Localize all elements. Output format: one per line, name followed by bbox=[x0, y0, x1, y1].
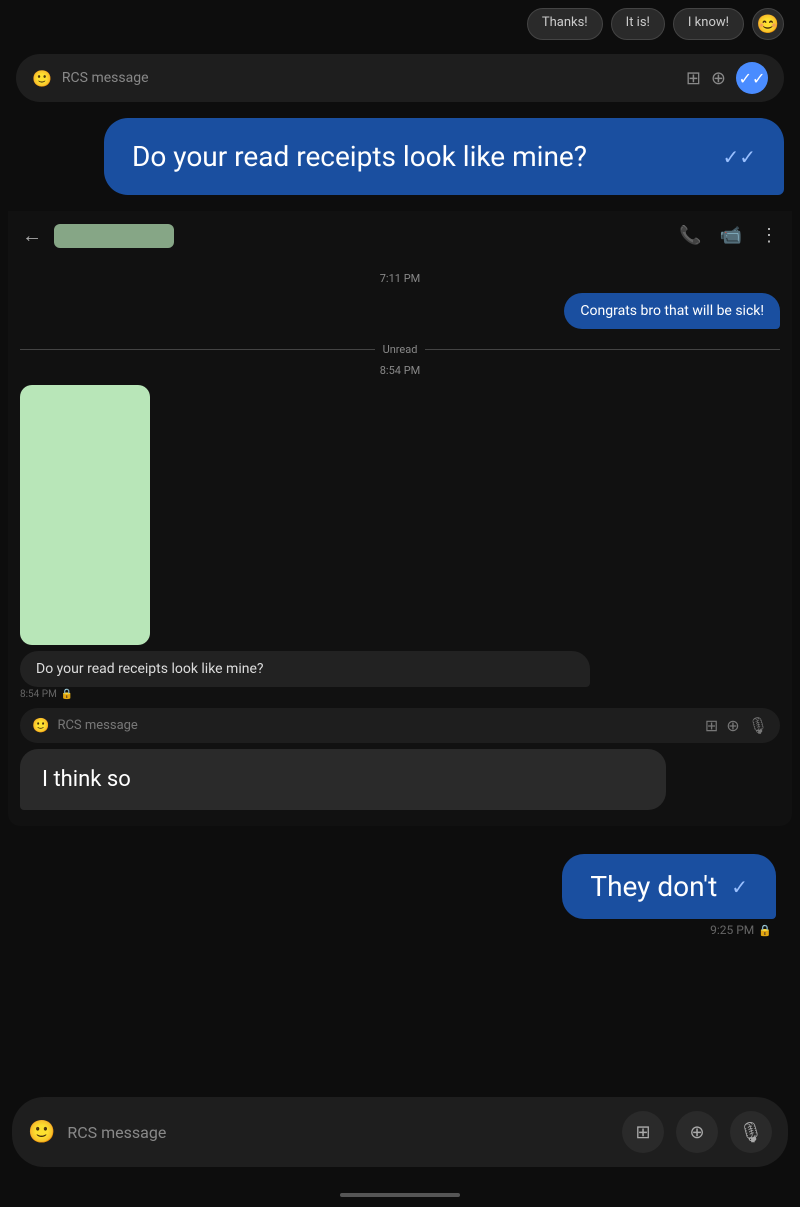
emoji-chip[interactable]: 😊 bbox=[752, 8, 784, 40]
send-button-top[interactable]: ✓✓ bbox=[736, 62, 768, 94]
back-arrow-icon[interactable]: ← bbox=[22, 223, 42, 248]
phone-emoji-icon: 🙂 bbox=[32, 718, 49, 734]
send-icon: ✓✓ bbox=[739, 69, 766, 88]
add-btn-icon: ⊕ bbox=[689, 1122, 704, 1143]
bottom-section: They don't ✓ 9:25 PM 🔒 bbox=[0, 846, 800, 953]
they-dont-text: They don't bbox=[590, 870, 717, 903]
timestamp-711pm: 7:11 PM bbox=[20, 272, 780, 285]
phone-call-icon[interactable]: 📞 bbox=[679, 225, 701, 246]
quick-reply-i-know[interactable]: I know! bbox=[673, 8, 744, 40]
add-icon[interactable]: ⊕ bbox=[711, 68, 726, 89]
main-add-button[interactable]: ⊕ bbox=[676, 1111, 718, 1153]
unread-label: Unread bbox=[383, 343, 418, 356]
phone-header: ← 📞 📹 ⋮ bbox=[8, 211, 792, 260]
top-input-placeholder[interactable]: RCS message bbox=[62, 70, 676, 86]
mic-btn-icon: 🎙 bbox=[738, 1120, 763, 1144]
quick-reply-thanks[interactable]: Thanks! bbox=[527, 8, 603, 40]
they-dont-bubble: They don't ✓ bbox=[562, 854, 776, 919]
sent-query-bubble: Do your read receipts look like mine? bbox=[20, 651, 590, 687]
big-sent-bubble: Do your read receipts look like mine? ✓✓ bbox=[104, 118, 784, 195]
sent-bubble-congrats: Congrats bro that will be sick! bbox=[564, 293, 780, 329]
main-emoji-icon[interactable]: 🙂 bbox=[28, 1120, 55, 1145]
gallery-icon[interactable]: ⊞ bbox=[686, 68, 701, 89]
phone-input-actions: ⊞ ⊕ 🎙 bbox=[705, 716, 768, 735]
home-bar bbox=[340, 1193, 460, 1197]
more-options-icon[interactable]: ⋮ bbox=[760, 225, 778, 246]
unread-line-left bbox=[20, 349, 375, 350]
they-dont-checkmark: ✓ bbox=[731, 875, 748, 899]
top-input-actions: ⊞ ⊕ ✓✓ bbox=[686, 62, 768, 94]
time-right-925: 9:25 PM 🔒 bbox=[12, 923, 772, 937]
lock-icon-right: 🔒 bbox=[758, 924, 772, 937]
typing-bubble: I think so bbox=[20, 749, 666, 810]
quick-replies-row: Thanks! It is! I know! 😊 bbox=[0, 0, 800, 48]
quick-reply-it-is[interactable]: It is! bbox=[611, 8, 665, 40]
main-mic-button[interactable]: 🎙 bbox=[730, 1111, 772, 1153]
sent-time-854: 8:54 PM 🔒 bbox=[20, 689, 780, 700]
big-sent-bubble-text: Do your read receipts look like mine? bbox=[132, 140, 587, 173]
main-gallery-button[interactable]: ⊞ bbox=[622, 1111, 664, 1153]
phone-frame: ← 📞 📹 ⋮ 7:11 PM Congrats bro that will b… bbox=[8, 211, 792, 826]
chat-area: 7:11 PM Congrats bro that will be sick! … bbox=[8, 260, 792, 818]
unread-divider: Unread bbox=[20, 343, 780, 356]
phone-input-placeholder[interactable]: RCS message bbox=[57, 718, 696, 733]
phone-gallery-icon[interactable]: ⊞ bbox=[705, 716, 718, 735]
double-checkmark-icon: ✓✓ bbox=[722, 145, 756, 169]
phone-mic-icon[interactable]: 🎙 bbox=[748, 716, 768, 735]
video-call-icon[interactable]: 📹 bbox=[720, 225, 742, 246]
phone-input-bar[interactable]: 🙂 RCS message ⊞ ⊕ 🎙 bbox=[20, 708, 780, 743]
unread-line-right bbox=[425, 349, 780, 350]
top-input-bar[interactable]: 🙂 RCS message ⊞ ⊕ ✓✓ bbox=[16, 54, 784, 102]
rcs-smiley-icon: 🙂 bbox=[32, 69, 52, 88]
gallery-btn-icon: ⊞ bbox=[635, 1122, 650, 1143]
timestamp-854pm: 8:54 PM bbox=[20, 364, 780, 377]
phone-add-icon[interactable]: ⊕ bbox=[726, 716, 739, 735]
contact-name-blur bbox=[54, 224, 174, 248]
lock-icon: 🔒 bbox=[61, 689, 73, 700]
main-input-bar[interactable]: 🙂 RCS message ⊞ ⊕ 🎙 bbox=[12, 1097, 788, 1167]
main-input-placeholder[interactable]: RCS message bbox=[67, 1123, 610, 1142]
received-image bbox=[20, 385, 150, 645]
phone-header-actions: 📞 📹 ⋮ bbox=[679, 225, 778, 246]
